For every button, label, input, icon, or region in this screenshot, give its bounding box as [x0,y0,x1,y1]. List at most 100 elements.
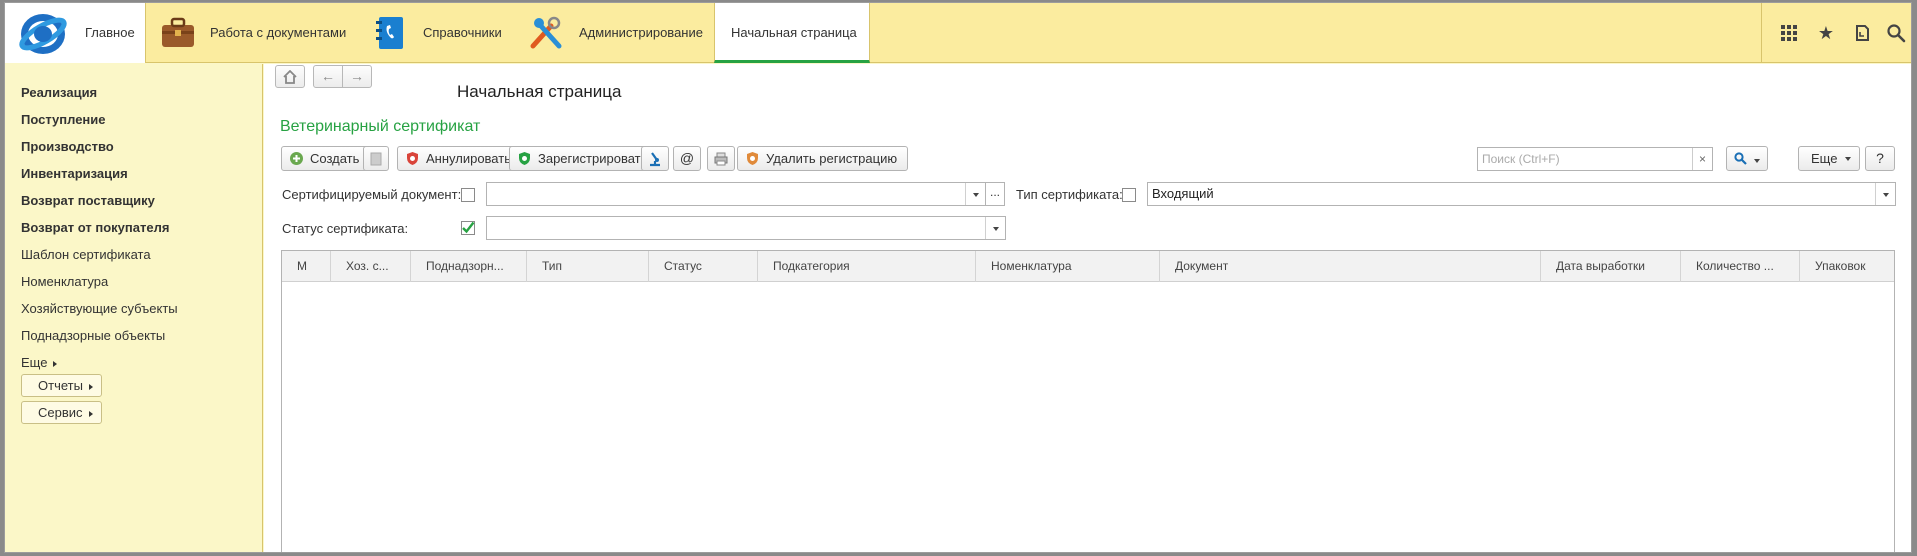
arrow-left-icon: ← [321,68,335,84]
create-button-label: Создать [310,151,360,166]
email-button[interactable]: @ [673,146,701,171]
register-button-label: Зарегистрировать [538,151,648,166]
shield-red-icon [407,152,418,165]
delete-registration-button[interactable]: Удалить регистрацию [737,146,909,171]
section-documents-label: Работа с документами [210,25,347,40]
search-options-button[interactable] [1726,146,1768,171]
sidebar-more[interactable]: Еще [21,355,58,370]
arrow-right-icon: → [350,68,364,84]
form-title: Ветеринарный сертификат [280,118,481,135]
sidebar-item-supervised-objects[interactable]: Поднадзорные объекты [21,328,165,343]
main-content: ← → Начальная страница Ветеринарный серт… [264,64,1911,552]
cert-type-label: Тип сертификата: [1016,187,1123,202]
tab-home-page[interactable]: Начальная страница [714,3,870,63]
checkmark-icon [461,221,475,235]
printer-icon [714,152,728,166]
column-header[interactable]: Подкатегория [758,251,976,282]
column-header[interactable]: Номенклатура [976,251,1160,282]
cert-doc-label: Сертифицируемый документ: [282,187,462,202]
column-header[interactable]: Хоз. с... [331,251,411,282]
shield-orange-icon [747,152,758,165]
sidebar-item-receipts[interactable]: Поступление [21,112,106,127]
column-header[interactable]: Упаковок [1800,251,1894,282]
app-window: Главное Работа с документами Справочники [4,2,1912,553]
cert-doc-select-button[interactable]: ... [985,182,1005,206]
create-button[interactable]: Создать [281,146,371,171]
sidebar-item-sales[interactable]: Реализация [21,85,97,100]
at-icon: @ [679,150,695,166]
delete-registration-button-label: Удалить регистрацию [766,151,898,166]
print-button[interactable] [707,146,735,171]
sidebar-item-inventory[interactable]: Инвентаризация [21,166,128,181]
cert-status-field[interactable] [486,216,1006,240]
microscope-button[interactable] [641,146,669,171]
cert-doc-field[interactable] [486,182,986,206]
chevron-right-icon [88,410,93,417]
section-references-label: Справочники [423,25,502,40]
service-button[interactable]: Сервис [21,401,102,424]
chevron-down-icon [1845,157,1852,161]
briefcase-icon [162,17,194,47]
cancel-certificate-button[interactable]: Аннулировать [397,146,522,171]
certificates-table[interactable]: М Хоз. с... Поднадзорн... Тип Статус Под… [281,250,1895,552]
back-button[interactable]: ← [313,65,343,88]
toolbar-right: ★ [1761,3,1911,63]
sidebar-item-certificate-template[interactable]: Шаблон сертификата [21,247,151,262]
page-title: Начальная страница [457,82,622,101]
sidebar-item-return-from-customer[interactable]: Возврат от покупателя [21,220,169,235]
service-button-label: Сервис [38,405,83,420]
cert-type-value: Входящий [1152,186,1214,201]
copy-icon [370,152,382,166]
register-button[interactable]: Зарегистрировать [509,146,659,171]
column-header[interactable]: Поднадзорн... [411,251,527,282]
chevron-down-icon[interactable] [1875,183,1895,205]
chevron-right-icon [53,360,58,367]
main-section-label: Главное [85,25,135,40]
star-icon[interactable]: ★ [1816,23,1836,43]
column-header[interactable]: Документ [1160,251,1541,282]
cert-status-label: Статус сертификата: [282,221,409,236]
sidebar-item-production[interactable]: Производство [21,139,114,154]
column-header[interactable]: Количество ... [1681,251,1800,282]
search-input[interactable]: Поиск (Ctrl+F) × [1477,147,1713,171]
cert-status-checkbox[interactable] [461,221,475,235]
cert-type-checkbox[interactable] [1122,188,1136,202]
microscope-icon [650,152,660,167]
column-header[interactable]: Дата выработки [1541,251,1681,282]
help-button[interactable]: ? [1865,146,1895,171]
column-header[interactable]: Статус [649,251,758,282]
chevron-down-icon[interactable] [965,183,985,205]
logo-icon [19,14,67,54]
plus-circle-icon [290,152,303,165]
column-header[interactable]: Тип [527,251,649,282]
sidebar-item-business-entities[interactable]: Хозяйствующие субъекты [21,301,178,316]
chevron-down-icon [1753,159,1760,164]
cancel-certificate-button-label: Аннулировать [426,151,511,166]
clear-search-button[interactable]: × [1692,148,1712,170]
apps-grid-icon[interactable] [1779,23,1799,43]
help-icon: ? [1876,150,1884,166]
sidebar-more-label: Еще [21,355,48,370]
chevron-down-icon[interactable] [985,217,1005,239]
cert-doc-checkbox[interactable] [461,188,475,202]
history-icon[interactable] [1852,23,1872,43]
more-actions-button[interactable]: Еще [1798,146,1861,171]
forward-button[interactable]: → [342,65,372,88]
more-actions-button-label: Еще [1811,151,1838,166]
home-button[interactable] [275,65,305,88]
tab-home-page-label: Начальная страница [731,25,857,40]
reports-button[interactable]: Отчеты [21,374,102,397]
sidebar: Реализация Поступление Производство Инве… [5,64,263,552]
sidebar-item-return-to-supplier[interactable]: Возврат поставщику [21,193,155,208]
phonebook-icon [376,17,403,49]
search-icon[interactable] [1886,23,1906,43]
reports-button-label: Отчеты [38,378,83,393]
cert-type-field[interactable]: Входящий [1147,182,1896,206]
main-section[interactable]: Главное [5,3,146,63]
table-header: М Хоз. с... Поднадзорн... Тип Статус Под… [282,251,1894,282]
column-header[interactable]: М [282,251,331,282]
copy-button[interactable] [363,146,389,171]
home-icon [283,69,297,84]
sidebar-item-nomenclature[interactable]: Номенклатура [21,274,108,289]
section-administration-label: Администрирование [579,25,703,40]
